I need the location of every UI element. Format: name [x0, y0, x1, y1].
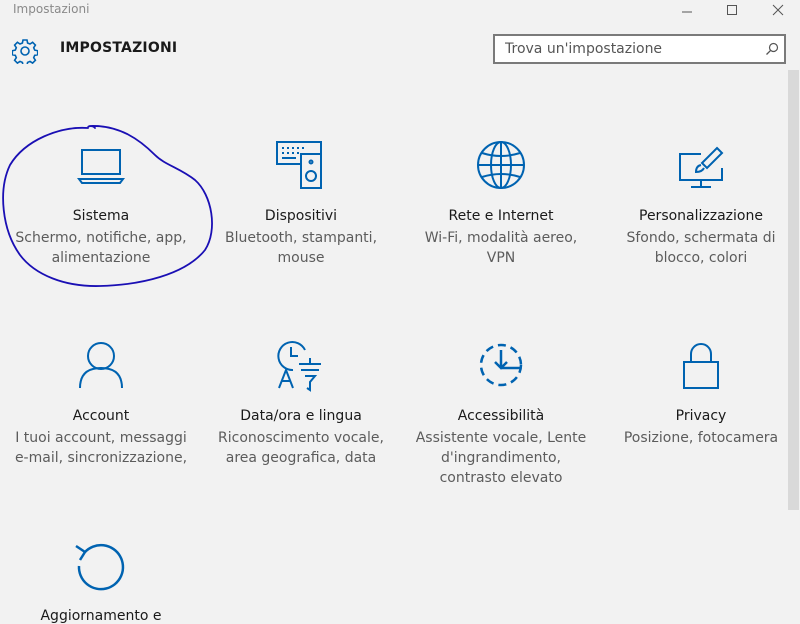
tile-privacy[interactable]: Privacy Posizione, fotocamera: [601, 340, 800, 530]
tile-description: Assistente vocale, Lente d'ingrandimento…: [415, 430, 587, 486]
tile-description: Schermo, notifiche, app, alimentazione: [15, 230, 187, 266]
globe-icon: [477, 141, 525, 189]
tile-description: Riconoscimento vocale, area geografica, …: [218, 430, 384, 466]
tile-name: Privacy: [675, 408, 727, 424]
time-language-icon: [277, 341, 321, 392]
tile-data-ora-lingua[interactable]: Data/ora e lingua Riconoscimento vocale,…: [201, 340, 401, 530]
close-icon: [772, 4, 784, 16]
tile-rete-internet[interactable]: Rete e Internet Wi-Fi, modalità aereo, V…: [401, 140, 601, 330]
tile-name: Accessibilità: [457, 408, 545, 424]
tile-name: Aggiornamento e: [40, 608, 162, 624]
tile-accessibilita[interactable]: Accessibilità Assistente vocale, Lente d…: [401, 340, 601, 530]
tile-description: Sfondo, schermata di blocco, colori: [626, 230, 776, 266]
tile-name: Account: [72, 408, 130, 424]
search-box[interactable]: [493, 34, 786, 64]
window-title: Impostazioni: [13, 2, 90, 16]
tile-description: Posizione, fotocamera: [623, 430, 779, 446]
tile-account[interactable]: Account I tuoi account, messaggi e-mail,…: [1, 340, 201, 530]
close-button[interactable]: [758, 0, 798, 20]
tile-name: Sistema: [72, 208, 130, 224]
tile-description: I tuoi account, messaggi e-mail, sincron…: [14, 430, 188, 466]
maximize-button[interactable]: [712, 0, 752, 20]
gear-icon[interactable]: [12, 38, 38, 64]
tile-name: Rete e Internet: [448, 208, 554, 224]
tile-name: Personalizzazione: [639, 208, 763, 224]
update-icon: [75, 543, 125, 591]
page-title: IMPOSTAZIONI: [60, 40, 178, 56]
tile-dispositivi[interactable]: Dispositivi Bluetooth, stampanti, mouse: [201, 140, 401, 330]
tile-aggiornamento[interactable]: Aggiornamento e: [1, 540, 201, 624]
accessibility-icon: [479, 343, 523, 387]
search-icon[interactable]: [765, 42, 779, 56]
devices-icon: [276, 141, 322, 189]
tile-sistema[interactable]: Sistema Schermo, notifiche, app, aliment…: [1, 140, 201, 330]
tile-name: Dispositivi: [264, 208, 338, 224]
person-icon: [79, 342, 123, 389]
tile-personalizzazione[interactable]: Personalizzazione Sfondo, schermata di b…: [601, 140, 800, 330]
tile-description: Bluetooth, stampanti, mouse: [224, 230, 378, 266]
search-input[interactable]: [495, 36, 765, 62]
paint-icon: [679, 146, 724, 188]
minimize-button[interactable]: [667, 0, 707, 20]
lock-icon: [683, 343, 719, 389]
tile-name: Data/ora e lingua: [240, 408, 362, 424]
tile-description: Wi-Fi, modalità aereo, VPN: [424, 230, 578, 266]
laptop-icon: [77, 149, 125, 184]
title-bar: Impostazioni: [0, 0, 800, 20]
header: IMPOSTAZIONI: [0, 30, 800, 70]
maximize-icon: [727, 5, 737, 15]
minimize-icon: [682, 11, 692, 13]
